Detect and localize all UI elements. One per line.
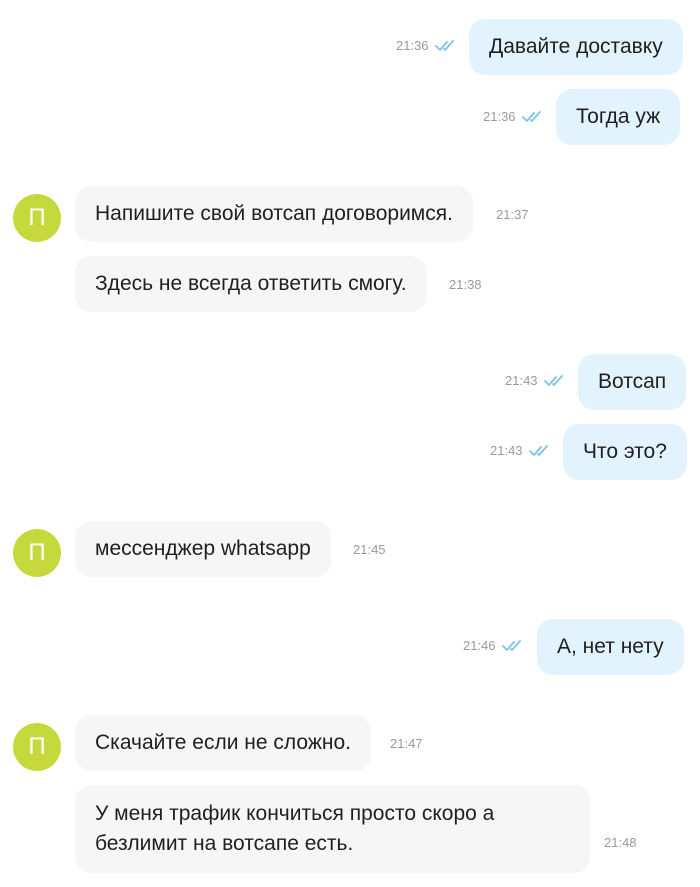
message-meta: 21:43 xyxy=(505,373,568,388)
read-checkmarks-icon xyxy=(543,374,563,386)
chat-thread: 21:36 Давайте доставку 21:36 Тогда уж П … xyxy=(0,0,700,887)
outgoing-message-bubble[interactable]: Вотсап xyxy=(578,354,687,410)
contact-avatar[interactable]: П xyxy=(13,723,61,771)
incoming-message-bubble[interactable]: У меня трафик кончиться просто скоро а б… xyxy=(75,785,590,873)
incoming-message-bubble[interactable]: мессенджер whatsapp xyxy=(75,521,331,577)
message-time: 21:46 xyxy=(463,638,496,653)
contact-avatar[interactable]: П xyxy=(13,529,61,577)
message-meta: 21:45 xyxy=(353,542,386,557)
message-meta: 21:36 xyxy=(396,38,459,53)
message-meta: 21:37 xyxy=(496,207,529,222)
outgoing-message-bubble[interactable]: А, нет нету xyxy=(537,619,684,675)
outgoing-message-bubble[interactable]: Давайте доставку xyxy=(469,19,683,75)
message-meta: 21:36 xyxy=(483,109,546,124)
read-checkmarks-icon xyxy=(528,444,548,456)
message-meta: 21:48 xyxy=(604,835,637,850)
read-checkmarks-icon xyxy=(521,110,541,122)
message-meta: 21:38 xyxy=(449,277,482,292)
read-checkmarks-icon xyxy=(501,639,521,651)
message-time: 21:45 xyxy=(353,542,386,557)
message-meta: 21:43 xyxy=(490,443,553,458)
incoming-message-bubble[interactable]: Здесь не всегда ответить смогу. xyxy=(75,256,427,312)
message-time: 21:48 xyxy=(604,835,637,850)
message-time: 21:36 xyxy=(483,109,516,124)
read-checkmarks-icon xyxy=(434,39,454,51)
message-time: 21:36 xyxy=(396,38,429,53)
message-time: 21:43 xyxy=(505,373,538,388)
outgoing-message-bubble[interactable]: Что это? xyxy=(563,424,687,480)
message-time: 21:37 xyxy=(496,207,529,222)
message-time: 21:43 xyxy=(490,443,523,458)
contact-avatar[interactable]: П xyxy=(13,194,61,242)
incoming-message-bubble[interactable]: Скачайте если не сложно. xyxy=(75,715,371,771)
message-time: 21:38 xyxy=(449,277,482,292)
outgoing-message-bubble[interactable]: Тогда уж xyxy=(556,89,681,145)
message-meta: 21:47 xyxy=(390,736,423,751)
message-time: 21:47 xyxy=(390,736,423,751)
message-meta: 21:46 xyxy=(463,638,526,653)
incoming-message-bubble[interactable]: Напишите свой вотсап договоримся. xyxy=(75,186,473,242)
